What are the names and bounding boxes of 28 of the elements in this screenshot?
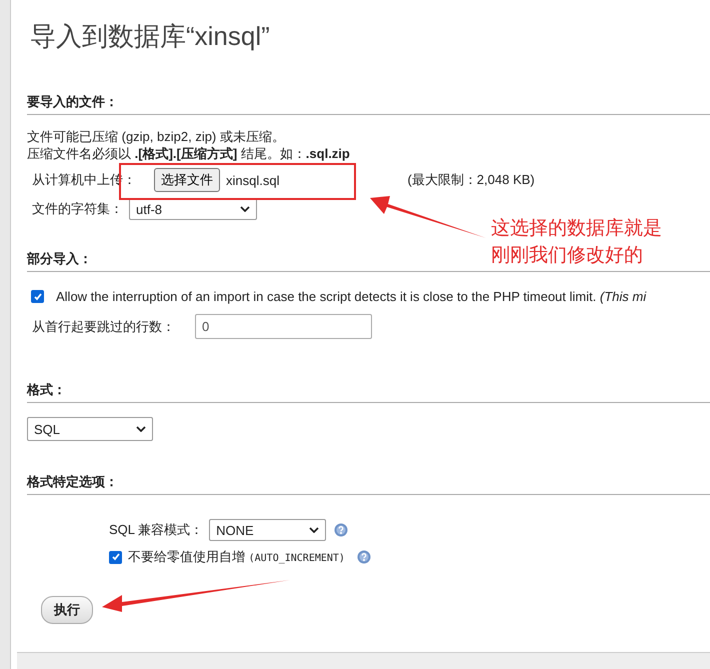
interrupt-label: Allow the interruption of an import in case the script detects it is close to the PHP timeout limit. (This mi — [56, 289, 646, 304]
size-limit: (最大限制：2,048 KB) — [407, 171, 535, 189]
charset-select[interactable]: utf-8 — [129, 198, 257, 220]
file-name: xinsql.sql — [226, 172, 280, 188]
annotation-text: 刚刚我们修改好的 — [491, 243, 644, 268]
execute-button[interactable]: 执行 — [41, 596, 93, 624]
skip-rows-label: 从首行起要跳过的行数： — [32, 318, 175, 336]
compression-note: 文件可能已压缩 (gzip, bzip2, zip) 或未压缩。 — [27, 128, 286, 145]
help-icon[interactable] — [356, 550, 371, 564]
skip-rows-field[interactable]: 0 — [195, 314, 372, 339]
auto-increment-label: 不要给零值使用自增 (AUTO_INCREMENT) — [128, 548, 345, 566]
help-icon[interactable] — [334, 523, 348, 537]
filename-note: 压缩文件名必须以 .[格式].[压缩方式] 结尾。如：.sql.zip — [27, 145, 351, 162]
checkbox[interactable] — [109, 550, 122, 564]
format-select[interactable]: SQL — [27, 417, 153, 441]
annotation-text: 这选择的数据库就是 — [491, 216, 662, 241]
caret-icon — [309, 527, 320, 533]
checkbox[interactable] — [31, 290, 44, 303]
section-heading: 要导入的文件： — [27, 93, 710, 115]
section-heading: 格式： — [27, 381, 710, 403]
page-title: 导入到数据库“xinsql” — [29, 20, 271, 53]
choose-file-button[interactable]: 选择文件 — [154, 168, 220, 192]
section-heading: 格式特定选项： — [27, 473, 710, 495]
caret-icon — [240, 206, 250, 212]
charset-label: 文件的字符集： — [32, 200, 123, 218]
compat-select[interactable]: NONE — [209, 519, 326, 541]
caret-icon — [136, 426, 146, 432]
compat-label: SQL 兼容模式： — [109, 521, 204, 539]
